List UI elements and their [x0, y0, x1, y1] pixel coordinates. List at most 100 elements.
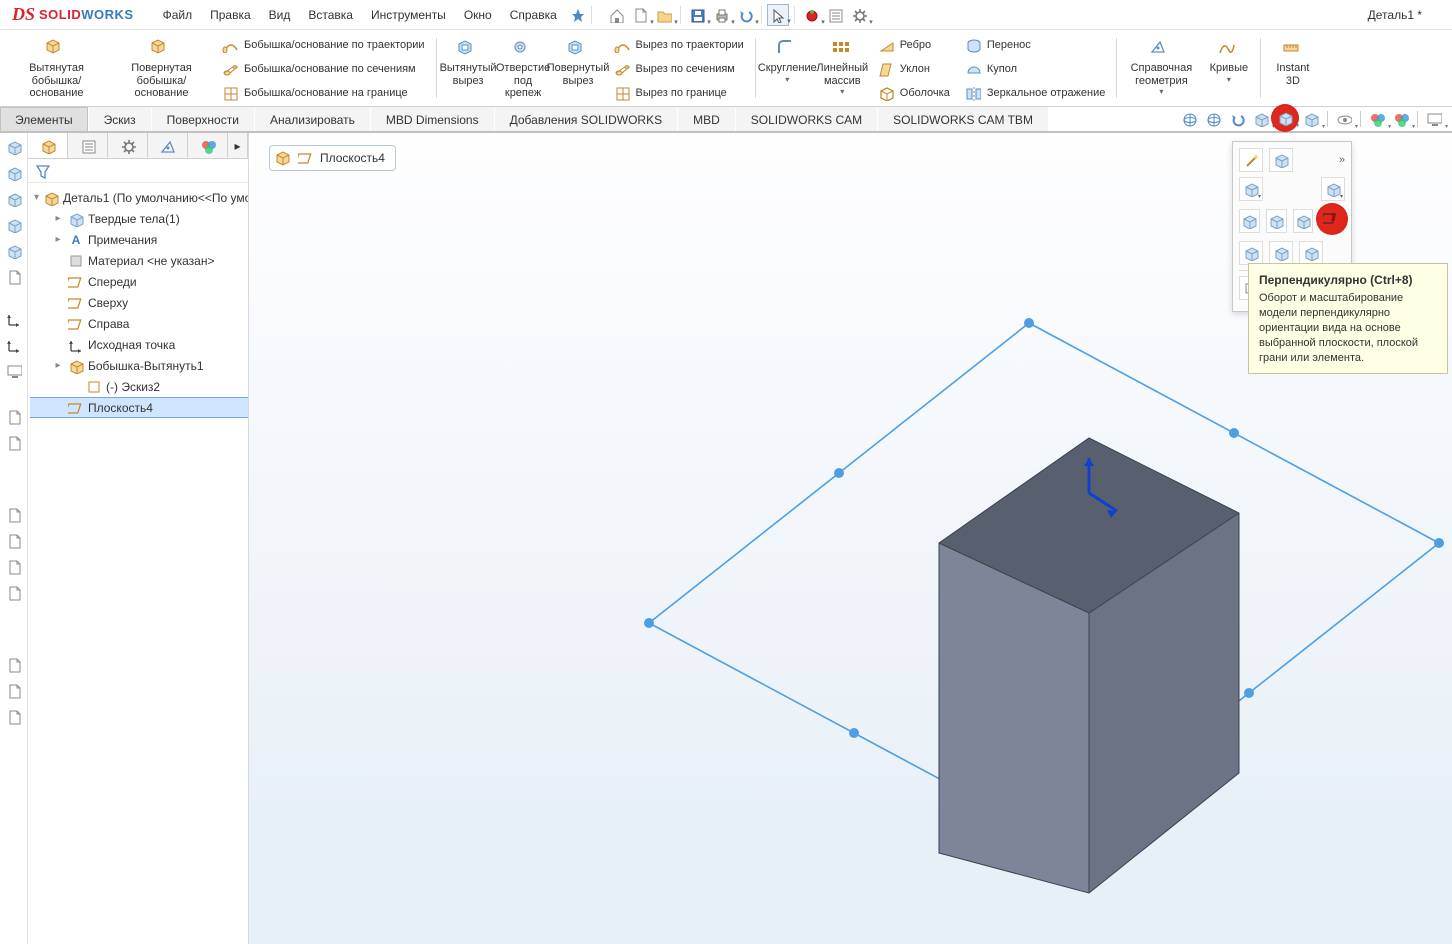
tree-origin[interactable]: Исходная точка — [30, 334, 248, 355]
tree-plane4[interactable]: Плоскость4 — [30, 397, 248, 418]
rail-btn-15[interactable] — [4, 583, 24, 603]
orient-more-icon[interactable]: » — [1339, 154, 1345, 166]
rail-btn-7[interactable] — [4, 309, 24, 329]
ptab-config[interactable] — [108, 133, 148, 158]
view-zoom-area-icon[interactable] — [1203, 109, 1223, 129]
cmd-loft-boss[interactable]: Бобышка/основание по сечениям — [218, 58, 428, 80]
rail-btn-10[interactable] — [4, 407, 24, 427]
cmd-rib[interactable]: Ребро — [874, 34, 953, 56]
breadcrumb[interactable]: Плоскость4 — [269, 145, 396, 171]
tree-front-plane[interactable]: Спереди — [30, 271, 248, 292]
view-prev-icon[interactable] — [1227, 109, 1247, 129]
qat-options-icon[interactable] — [824, 4, 846, 26]
orient-top-icon[interactable] — [1269, 241, 1293, 265]
rail-btn-1[interactable] — [4, 137, 24, 157]
view-section-icon[interactable] — [1251, 109, 1271, 129]
tree-sketch2[interactable]: (-) Эскиз2 — [30, 376, 248, 397]
ptab-display[interactable] — [188, 133, 228, 158]
menu-pin-icon[interactable] — [566, 4, 588, 26]
rail-btn-8[interactable] — [4, 335, 24, 355]
orient-wand-icon[interactable] — [1239, 148, 1263, 172]
rail-btn-13[interactable] — [4, 531, 24, 551]
rail-btn-4[interactable] — [4, 215, 24, 235]
orient-cube1-icon[interactable] — [1269, 148, 1293, 172]
rail-btn-17[interactable] — [4, 681, 24, 701]
cmd-dome[interactable]: Купол — [961, 58, 1109, 80]
cmd-linear-pattern[interactable]: Линейный массив ▾ — [815, 34, 870, 106]
tab-sketch[interactable]: Эскиз — [89, 107, 151, 131]
graphics-area[interactable]: Плоскость4 — [249, 133, 1452, 944]
cmd-boundary-boss[interactable]: Бобышка/основание на границе — [218, 82, 428, 104]
menu-bar[interactable]: DS SOLIDWORKS Файл Правка Вид Вставка Ин… — [0, 0, 1452, 30]
cmd-sweep-cut[interactable]: Вырез по траектории — [610, 34, 747, 56]
cmd-boundary-cut[interactable]: Вырез по границе — [610, 82, 747, 104]
qat-home-icon[interactable] — [605, 4, 627, 26]
tab-surfaces[interactable]: Поверхности — [152, 107, 254, 131]
cmd-fillet[interactable]: Скругление ▾ — [760, 34, 815, 106]
rail-btn-3[interactable] — [4, 189, 24, 209]
tree-solids[interactable]: ▸Твердые тела(1) — [30, 208, 248, 229]
tree-filter[interactable] — [28, 159, 248, 183]
qat-settings-icon[interactable] — [848, 4, 870, 26]
view-hide-show-icon[interactable] — [1334, 109, 1354, 129]
menu-help[interactable]: Справка — [501, 3, 566, 27]
cmd-extrude-cut[interactable]: Вытянутый вырез — [441, 34, 496, 106]
orient-view-cube-icon[interactable] — [1321, 177, 1345, 201]
tab-swcam[interactable]: SOLIDWORKS CAM — [736, 107, 877, 131]
menu-window[interactable]: Окно — [455, 3, 501, 27]
cmd-wrap[interactable]: Перенос — [961, 34, 1109, 56]
tree-root[interactable]: ▾Деталь1 (По умолчанию<<По умол — [30, 187, 248, 208]
qat-new-icon[interactable] — [629, 4, 651, 26]
menu-insert[interactable]: Вставка — [299, 3, 362, 27]
tree-material[interactable]: Материал <не указан> — [30, 250, 248, 271]
tab-features[interactable]: Элементы — [0, 107, 88, 131]
tab-addins[interactable]: Добавления SOLIDWORKS — [495, 107, 678, 131]
cmd-revolve-boss[interactable]: Повернутая бобышка/основание — [109, 34, 214, 106]
view-zoom-fit-icon[interactable] — [1179, 109, 1199, 129]
tab-swcam-tbm[interactable]: SOLIDWORKS CAM TBM — [878, 107, 1048, 131]
view-display-style-icon[interactable] — [1301, 109, 1321, 129]
rail-btn-12[interactable] — [4, 505, 24, 525]
orient-front-icon[interactable] — [1239, 209, 1260, 233]
rail-btn-5[interactable] — [4, 241, 24, 261]
cmd-draft[interactable]: Уклон — [874, 58, 953, 80]
ptab-feature-tree[interactable] — [28, 133, 68, 158]
orient-right-icon[interactable] — [1239, 241, 1263, 265]
cmd-ref-geometry[interactable]: Справочная геометрия ▾ — [1121, 34, 1201, 106]
cmd-hole-wizard[interactable]: Отверстие под крепеж — [496, 34, 551, 106]
cmd-extrude-boss[interactable]: Вытянутая бобышка/основание — [4, 34, 109, 106]
cmd-sweep-boss[interactable]: Бобышка/основание по траектории — [218, 34, 428, 56]
cmd-instant3d[interactable]: Instant 3D — [1265, 34, 1320, 106]
cmd-shell[interactable]: Оболочка — [874, 82, 953, 104]
rail-btn-11[interactable] — [4, 433, 24, 453]
qat-select-icon[interactable] — [767, 4, 789, 26]
view-settings-icon[interactable] — [1424, 109, 1444, 129]
orient-left-icon[interactable] — [1293, 209, 1314, 233]
rail-btn-14[interactable] — [4, 557, 24, 577]
ptab-more[interactable]: ▸ — [228, 133, 248, 158]
orient-normal-to-icon[interactable] — [1320, 207, 1344, 231]
tree-annotations[interactable]: ▸AПримечания — [30, 229, 248, 250]
ptab-dim[interactable] — [148, 133, 188, 158]
view-scene-icon[interactable] — [1391, 109, 1411, 129]
orient-back-icon[interactable] — [1266, 209, 1287, 233]
orient-bottom-icon[interactable] — [1299, 241, 1323, 265]
rail-btn-6[interactable] — [4, 267, 24, 287]
cmd-revolve-cut[interactable]: Повернутый вырез — [551, 34, 606, 106]
rail-btn-9[interactable] — [4, 361, 24, 381]
tree-boss-extrude[interactable]: ▸Бобышка-Вытянуть1 — [30, 355, 248, 376]
view-orientation-icon[interactable] — [1275, 108, 1295, 128]
rail-btn-2[interactable] — [4, 163, 24, 183]
qat-save-icon[interactable] — [686, 4, 708, 26]
menu-view[interactable]: Вид — [260, 3, 300, 27]
tree-right-plane[interactable]: Справа — [30, 313, 248, 334]
tab-mbd[interactable]: MBD — [678, 107, 735, 131]
ptab-property[interactable] — [68, 133, 108, 158]
view-appearance-icon[interactable] — [1367, 109, 1387, 129]
tab-mbd-dim[interactable]: MBD Dimensions — [371, 107, 494, 131]
tab-evaluate[interactable]: Анализировать — [255, 107, 370, 131]
qat-rebuild-icon[interactable] — [800, 4, 822, 26]
cmd-mirror[interactable]: Зеркальное отражение — [961, 82, 1109, 104]
orient-iso-icon[interactable] — [1239, 177, 1263, 201]
rail-btn-16[interactable] — [4, 655, 24, 675]
